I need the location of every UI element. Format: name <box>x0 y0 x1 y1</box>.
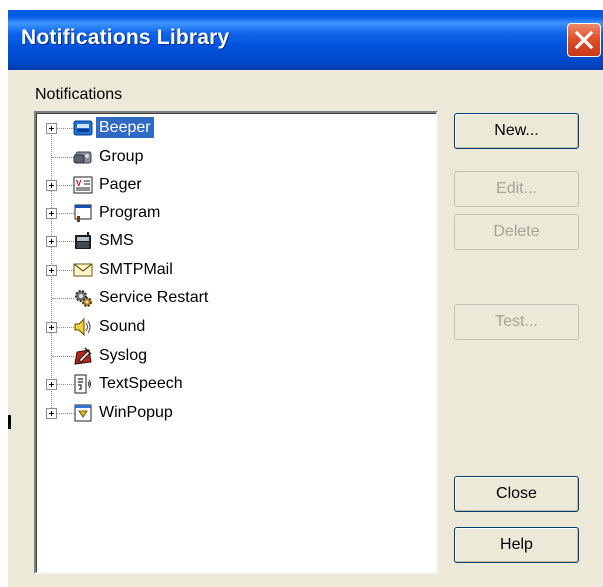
tree-item-sms[interactable]: SMS <box>36 227 416 255</box>
text-speech-icon <box>74 374 91 394</box>
expand-icon[interactable] <box>46 180 57 191</box>
expand-icon[interactable] <box>46 265 57 276</box>
notifications-library-dialog: Notifications Library Notifications Beep… <box>8 10 603 587</box>
tree-item-program[interactable]: Program <box>36 199 416 227</box>
envelope-icon <box>73 263 93 277</box>
beeper-icon <box>73 120 93 136</box>
help-button[interactable]: Help <box>454 527 579 563</box>
tree-item-pager[interactable]: V Pager <box>36 171 416 199</box>
expand-icon[interactable] <box>46 379 57 390</box>
edit-button[interactable]: Edit... <box>454 171 579 207</box>
tree-item-winpopup[interactable]: WinPopup <box>36 399 416 427</box>
tree-item-service-restart[interactable]: Service Restart <box>36 284 416 312</box>
tree-item-sound[interactable]: Sound <box>36 313 416 341</box>
title-bar[interactable]: Notifications Library <box>8 10 603 70</box>
window-title: Notifications Library <box>21 26 230 49</box>
speaker-icon <box>74 317 91 337</box>
winpopup-icon <box>74 404 92 422</box>
expand-icon[interactable] <box>46 408 57 419</box>
edge-mark <box>8 415 11 429</box>
expand-icon[interactable] <box>46 208 57 219</box>
sms-icon <box>75 232 91 249</box>
tree-item-label: Group <box>99 148 144 165</box>
tree-item-textspeech[interactable]: TextSpeech <box>36 370 416 398</box>
test-button[interactable]: Test... <box>454 304 579 340</box>
tree-item-group[interactable]: Group <box>36 143 416 171</box>
close-window-button[interactable] <box>567 23 601 57</box>
tree-item-label: Syslog <box>99 347 148 364</box>
notifications-group-label: Notifications <box>35 86 123 103</box>
tree-item-label: Beeper <box>96 117 154 138</box>
service-restart-icon <box>75 290 92 307</box>
tree-item-label: Service Restart <box>99 289 209 306</box>
tree-item-label: Pager <box>99 176 142 193</box>
expand-icon[interactable] <box>46 123 57 134</box>
tree-item-label: TextSpeech <box>99 375 183 392</box>
tree-item-beeper[interactable]: Beeper <box>36 114 416 142</box>
svg-text:V: V <box>76 179 82 188</box>
tree-item-label: WinPopup <box>99 404 173 421</box>
tree-item-syslog[interactable]: Syslog <box>36 342 416 370</box>
expand-icon[interactable] <box>46 322 57 333</box>
close-icon <box>574 30 594 50</box>
expand-icon[interactable] <box>46 236 57 247</box>
tree-item-label: SMTPMail <box>99 261 173 278</box>
delete-button[interactable]: Delete <box>454 214 579 250</box>
program-icon <box>74 204 92 222</box>
tree-item-label: SMS <box>99 232 134 249</box>
tree-item-smtpmail[interactable]: SMTPMail <box>36 256 416 284</box>
tree-item-label: Sound <box>99 318 146 335</box>
new-button[interactable]: New... <box>454 113 579 149</box>
group-icon <box>73 151 92 164</box>
notifications-tree[interactable]: Beeper Group V Pager Program SMS SMTPMai… <box>34 111 438 574</box>
syslog-icon <box>74 347 92 365</box>
close-button[interactable]: Close <box>454 476 579 512</box>
tree-branch <box>52 356 74 357</box>
tree-item-label: Program <box>99 204 161 221</box>
pager-icon: V <box>73 176 93 194</box>
tree-branch <box>52 298 74 299</box>
tree-branch <box>52 157 74 158</box>
